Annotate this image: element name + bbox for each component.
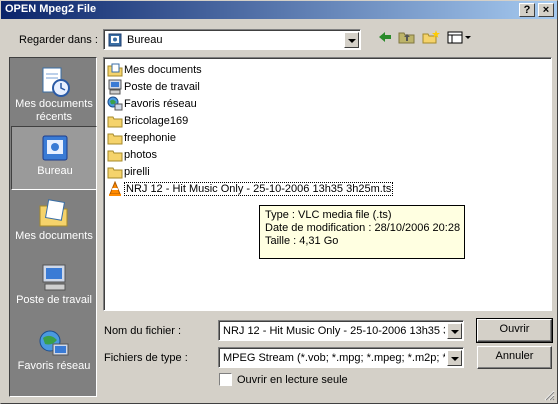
place-label: Bureau (37, 165, 73, 177)
desktop-icon (38, 133, 72, 165)
title-bar[interactable]: OPEN Mpeg2 File ? × (1, 1, 557, 19)
place-my-computer[interactable]: Poste de travail (11, 256, 97, 320)
folder-icon (107, 147, 123, 163)
tooltip-type: Type : VLC media file (.ts) (265, 209, 392, 221)
computer-icon (107, 79, 123, 95)
tooltip-size: Taille : 4,31 Go (265, 235, 339, 247)
chevron-down-icon[interactable] (344, 32, 359, 48)
chevron-down-icon[interactable] (447, 350, 462, 366)
filetype-label: Fichiers de type : (104, 352, 188, 364)
network-icon (107, 96, 123, 112)
file-name: NRJ 12 - Hit Music Only - 25-10-2006 13h… (124, 182, 394, 196)
network-places-icon (37, 328, 71, 360)
folder-icon (107, 164, 123, 180)
vlc-cone-icon (107, 180, 123, 197)
filetype-combobox[interactable]: MPEG Stream (*.vob; *.mpg; *.mpeg; *.m2p… (218, 347, 464, 368)
file-name: freephonie (124, 132, 176, 144)
back-arrow-icon[interactable] (375, 29, 395, 49)
readonly-label: Ouvrir en lecture seule (237, 374, 348, 386)
place-desktop[interactable]: Bureau (11, 126, 97, 190)
my-documents-icon (37, 198, 71, 230)
look-in-value: Bureau (127, 34, 163, 46)
tooltip-modified: Date de modification : 28/10/2006 20:28 (265, 222, 461, 234)
place-network-places[interactable]: Favoris réseau (11, 322, 97, 386)
folder-icon (107, 130, 123, 146)
file-name: photos (124, 149, 158, 161)
open-file-dialog: OPEN Mpeg2 File ? × Regarder dans : Bure… (0, 0, 558, 404)
folder-icon (107, 113, 123, 129)
up-folder-icon[interactable] (397, 29, 417, 49)
places-bar: Mes documents récents Bureau Mes documen… (9, 57, 97, 397)
close-button[interactable]: × (538, 3, 554, 17)
place-my-documents[interactable]: Mes documents (11, 192, 97, 256)
place-label: Poste de travail (16, 294, 92, 306)
file-list[interactable]: Mes documents Poste de travail Favoris r… (103, 57, 552, 311)
desktop-icon (108, 33, 122, 47)
my-computer-icon (37, 262, 71, 294)
folder-documents-icon (107, 62, 123, 78)
file-name: pirelli (124, 166, 150, 178)
window-title: OPEN Mpeg2 File (5, 3, 97, 15)
look-in-label: Regarder dans : (19, 34, 98, 46)
file-name: Favoris réseau (124, 98, 197, 110)
new-folder-icon[interactable] (421, 29, 441, 49)
readonly-checkbox[interactable] (219, 373, 232, 386)
resize-grip-icon[interactable] (543, 389, 555, 401)
filetype-value: MPEG Stream (*.vob; *.mpg; *.mpeg; *.m2p… (223, 352, 445, 364)
cancel-button[interactable]: Annuler (477, 346, 552, 369)
place-label: Favoris réseau (17, 360, 91, 372)
file-name: Poste de travail (124, 81, 200, 93)
place-recent-documents[interactable]: Mes documents récents (11, 60, 97, 124)
recent-documents-icon (37, 66, 71, 98)
help-button[interactable]: ? (519, 3, 535, 17)
filename-combobox[interactable]: NRJ 12 - Hit Music Only - 25-10-2006 13h… (218, 320, 464, 341)
file-info-tooltip: Type : VLC media file (.ts) Date de modi… (259, 205, 465, 259)
view-menu-icon[interactable] (445, 29, 473, 49)
file-name: Bricolage169 (124, 115, 189, 127)
open-button[interactable]: Ouvrir (476, 318, 553, 343)
filename-input[interactable]: NRJ 12 - Hit Music Only - 25-10-2006 13h… (223, 325, 445, 337)
chevron-down-icon[interactable] (447, 323, 462, 339)
look-in-combobox[interactable]: Bureau (103, 29, 361, 50)
place-label: Mes documents (15, 230, 93, 242)
file-name: Mes documents (124, 64, 202, 76)
filename-label: Nom du fichier : (104, 325, 182, 337)
place-label: Mes documents récents (15, 98, 93, 123)
